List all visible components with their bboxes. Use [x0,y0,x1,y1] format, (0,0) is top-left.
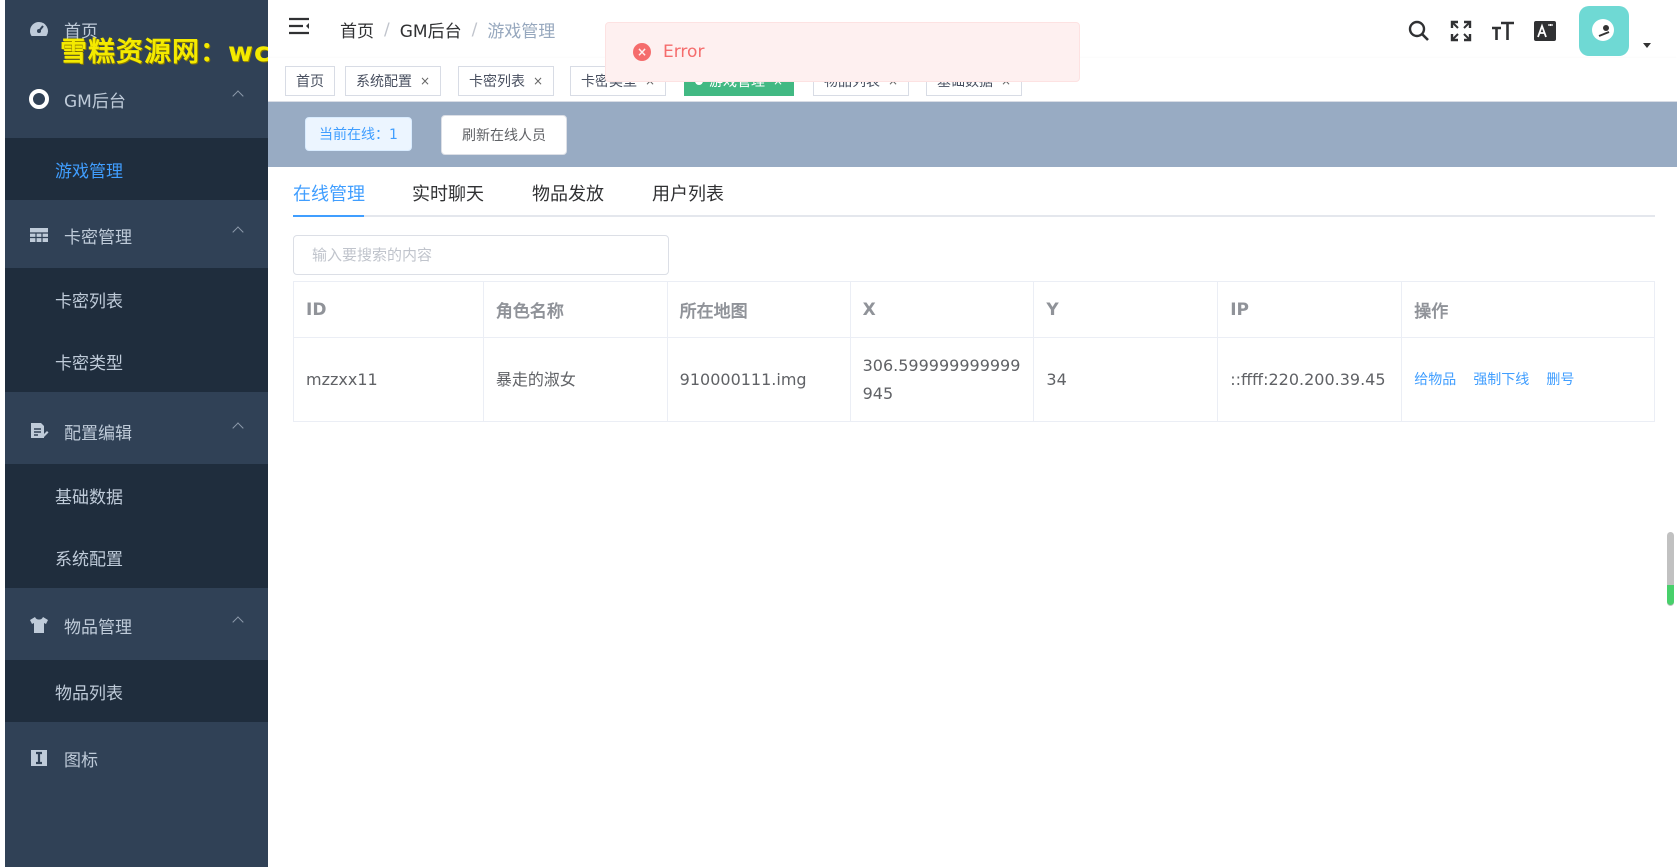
search-input[interactable] [293,235,669,275]
column-header-y: Y [1033,281,1219,338]
online-count-badge: 当前在线：1 [305,117,412,151]
sidebar-item-label: 物品管理 [64,617,132,638]
close-icon[interactable]: × [420,74,430,88]
sidebar-item-item-management[interactable]: 物品管理 [5,592,268,658]
table-header-row: ID 角色名称 所在地图 X Y IP 操作 [293,281,1655,338]
breadcrumb-separator: / [384,19,390,40]
tag-label: 首页 [296,74,324,90]
sidebar-item-item-list[interactable]: 物品列表 [5,660,268,722]
font-size-icon[interactable] [1491,19,1515,43]
edit-document-icon [28,420,50,442]
sidebar-item-system-config[interactable]: 系统配置 [5,526,268,588]
sidebar-item-gm[interactable]: GM后台 [5,66,268,132]
column-header-id: ID [293,281,484,338]
sidebar-subitem-label: 游戏管理 [55,161,123,182]
cell-actions: 给物品 强制下线 删号 [1401,337,1655,422]
translate-icon[interactable] [1533,19,1557,43]
error-text: Error [663,42,705,62]
sidebar-item-base-data[interactable]: 基础数据 [5,464,268,526]
column-header-x: X [849,281,1035,338]
sidebar-item-game-management[interactable]: 游戏管理 [5,138,268,200]
sidebar-subitem-label: 卡密列表 [55,291,123,312]
sidebar-item-label: 图标 [64,750,98,771]
tag-home[interactable]: 首页 [285,66,335,96]
error-icon: × [633,43,651,61]
breadcrumb: 首页 / GM后台 / 游戏管理 [340,17,556,43]
cell-map: 910000111.img [666,337,851,422]
sidebar-item-label: 配置编辑 [64,423,132,444]
close-icon[interactable]: × [533,74,543,88]
cell-y: 34 [1033,337,1219,422]
chevron-up-icon [232,226,244,238]
refresh-online-button[interactable]: 刷新在线人员 [441,115,567,155]
search-icon[interactable] [1407,19,1431,43]
sidebar-subitem-label: 卡密类型 [55,353,123,374]
error-message: × Error [605,22,1080,82]
sidebar-subitem-label: 系统配置 [55,549,123,570]
right-menu [1389,6,1651,56]
tag-label: 系统配置 [356,74,412,90]
sidebar-item-config-edit[interactable]: 配置编辑 [5,398,268,464]
sidebar-item-label: GM后台 [64,91,126,112]
tab-realtime-chat[interactable]: 实时聊天 [412,180,484,206]
tabs: 在线管理 实时聊天 物品发放 用户列表 [293,172,1655,217]
breadcrumb-gm[interactable]: GM后台 [400,17,462,42]
caret-down-icon[interactable] [1643,42,1651,48]
chevron-up-icon [232,616,244,628]
breadcrumb-home[interactable]: 首页 [340,17,374,42]
chevron-up-icon [232,90,244,102]
sidebar: 首页 GM后台 游戏管理 卡密管理 卡密列表 卡密类型 配置编辑 基础数据 系统… [0,0,398,867]
force-offline-button[interactable]: 强制下线 [1473,372,1529,388]
lifebuoy-icon [28,88,50,110]
fullscreen-icon[interactable] [1449,19,1473,43]
tab-active-indicator [293,215,364,217]
tab-user-list[interactable]: 用户列表 [652,180,724,206]
cell-name: 暴走的淑女 [482,337,668,422]
column-header-name: 角色名称 [482,281,668,338]
sidebar-item-card-type[interactable]: 卡密类型 [5,330,268,392]
avatar[interactable] [1579,6,1629,56]
column-header-actions: 操作 [1401,281,1655,338]
tag-label: 卡密列表 [469,74,525,90]
scrollbar-indicator [1667,585,1674,605]
breadcrumb-separator: / [471,19,478,40]
cell-x: 306.599999999999945 [849,337,1035,422]
table-icon [28,224,50,246]
tab-item-distribution[interactable]: 物品发放 [532,180,604,206]
sidebar-item-label: 卡密管理 [64,227,132,248]
sidebar-item-icons[interactable]: 图标 [5,725,268,791]
table-row: mzzxx11 暴走的淑女 910000111.img 306.59999999… [293,337,1655,422]
column-header-ip: IP [1217,281,1403,338]
sidebar-item-card-management[interactable]: 卡密管理 [5,202,268,268]
breadcrumb-current: 游戏管理 [487,22,556,42]
online-players-table: ID 角色名称 所在地图 X Y IP 操作 mzzxx11 暴走的淑女 910… [293,281,1655,422]
hamburger-icon[interactable] [288,16,310,36]
cell-id: mzzxx11 [293,337,484,422]
cell-ip: ::ffff:220.200.39.45 [1217,337,1403,422]
chevron-up-icon [232,422,244,434]
sidebar-subitem-label: 基础数据 [55,487,123,508]
sidebar-subitem-label: 物品列表 [55,683,123,704]
dashboard-icon [28,18,50,40]
info-box-icon [28,747,50,769]
sidebar-item-card-list[interactable]: 卡密列表 [5,268,268,330]
delete-account-button[interactable]: 删号 [1546,372,1574,388]
tag-system-config[interactable]: 系统配置 × [345,66,442,96]
tag-card-list[interactable]: 卡密列表 × [458,66,555,96]
shirt-icon [28,614,50,636]
give-item-button[interactable]: 给物品 [1414,372,1456,388]
tab-online-management[interactable]: 在线管理 [293,180,365,206]
column-header-map: 所在地图 [666,281,851,338]
toolbar: 当前在线：1 刷新在线人员 [268,102,1677,167]
